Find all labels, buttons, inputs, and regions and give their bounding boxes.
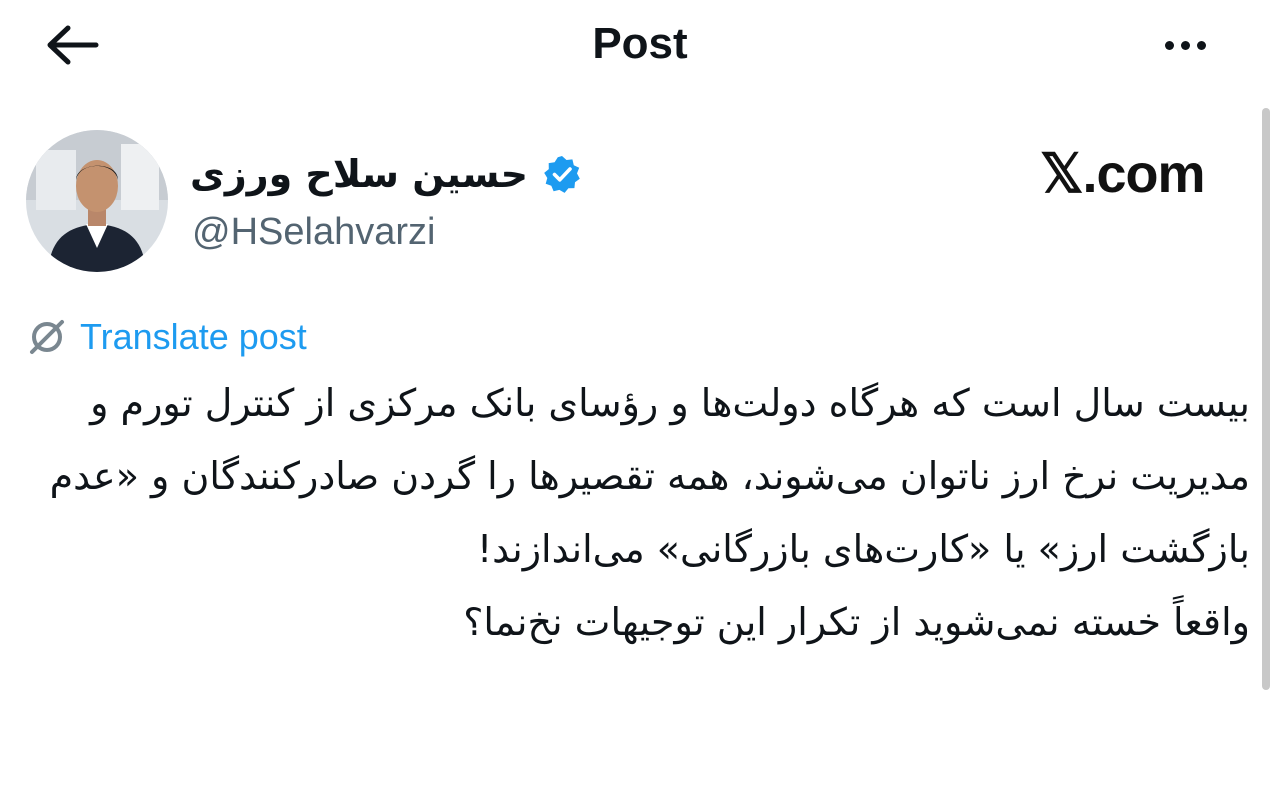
translate-post-label: Translate post	[80, 316, 307, 357]
page-title: Post	[592, 19, 688, 68]
site-watermark: 𝕏.com	[1040, 144, 1206, 204]
post-text: بیست سال است که هرگاه دولت‌ها و رؤسای با…	[49, 381, 1250, 644]
avatar[interactable]	[26, 130, 168, 272]
post-page: Post حسین سلاح ورزی @HSelahvarzi 𝕏.com T…	[0, 0, 1280, 789]
author-name-row: حسین سلاح ورزی	[190, 146, 582, 202]
author-handle[interactable]: @HSelahvarzi	[192, 206, 435, 258]
author-display-name[interactable]: حسین سلاح ورزی	[190, 146, 528, 202]
verified-badge-icon	[544, 156, 580, 193]
translate-post-link[interactable]: Translate post	[26, 312, 307, 362]
scrollbar[interactable]	[1262, 108, 1270, 690]
more-options-button[interactable]	[1152, 22, 1218, 68]
translate-icon	[30, 320, 64, 354]
more-horizontal-icon	[1164, 40, 1206, 50]
